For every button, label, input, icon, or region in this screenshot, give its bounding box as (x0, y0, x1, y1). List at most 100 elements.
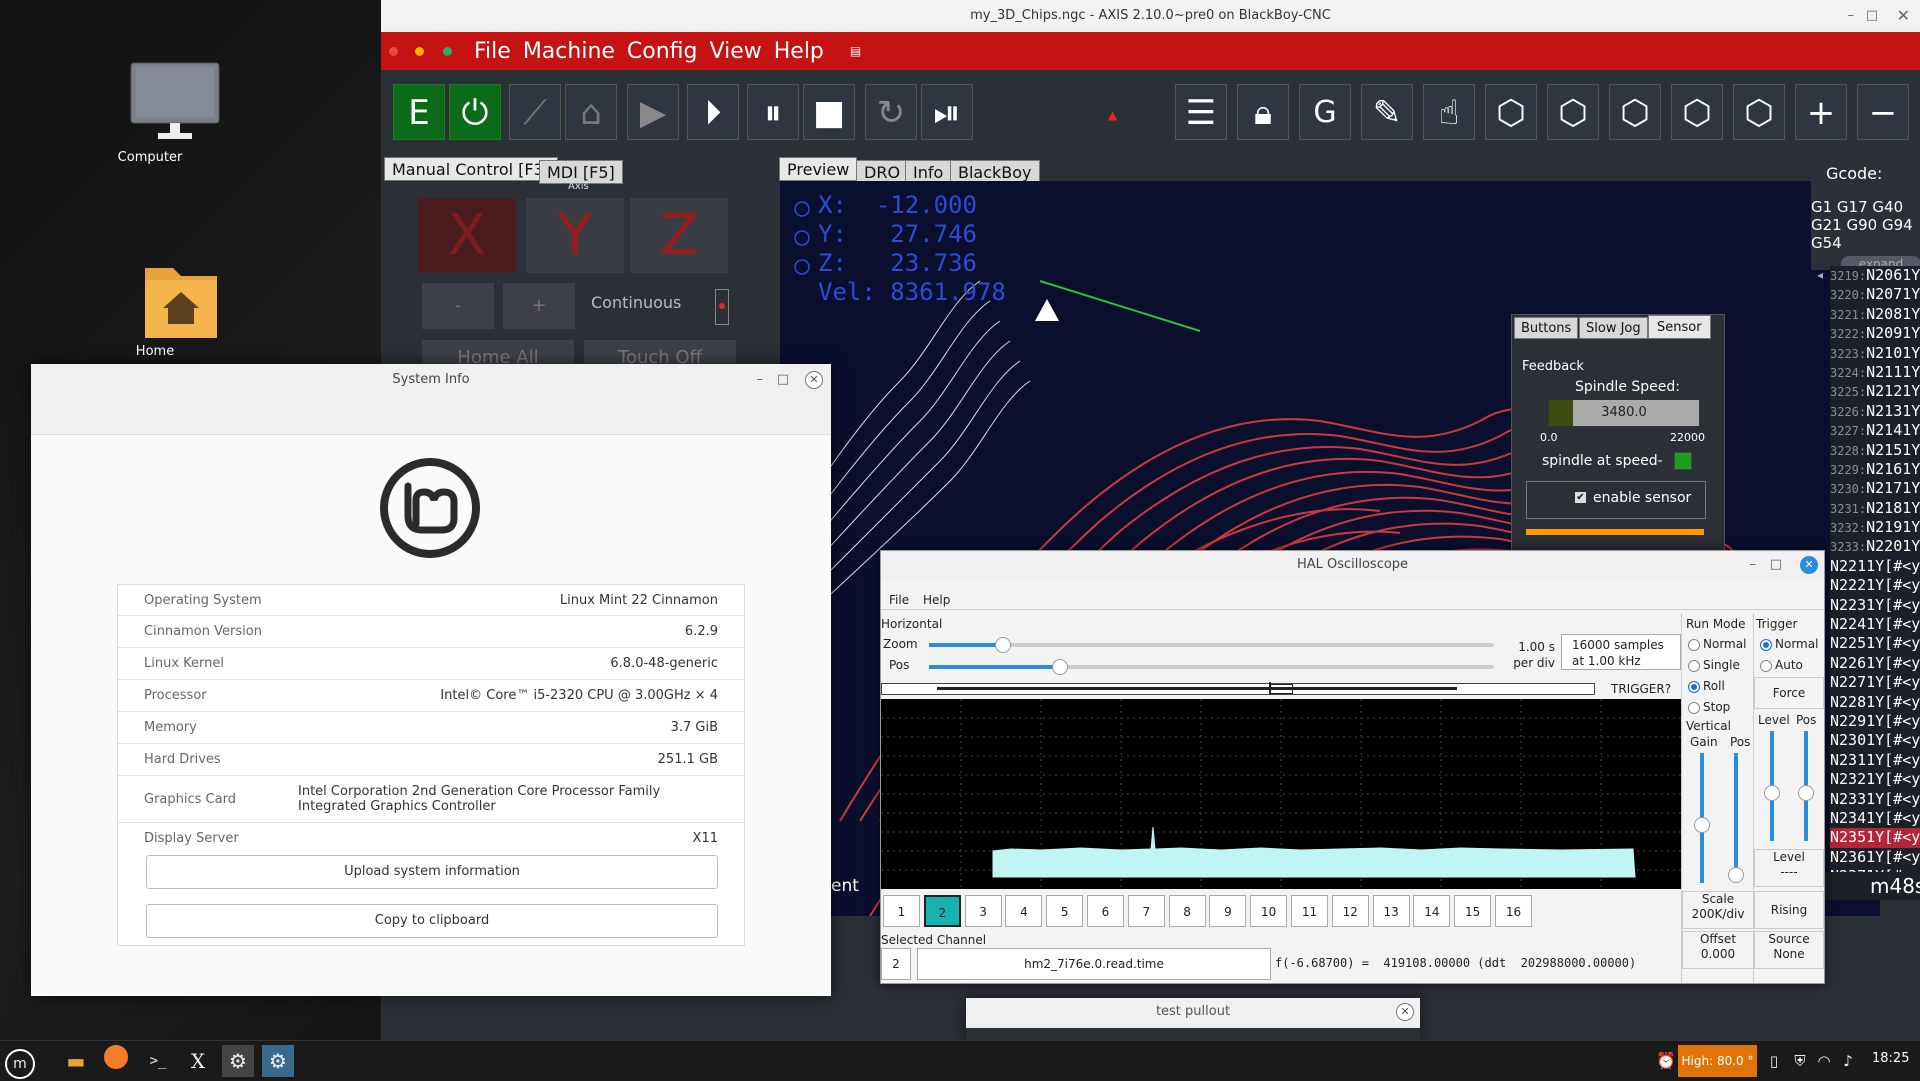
gcode-line[interactable]: N2221Y[#<ys (1830, 576, 1920, 595)
run-mode-normal[interactable]: Normal (1688, 637, 1746, 651)
settings-window-icon[interactable]: ⚙ (222, 1045, 254, 1077)
volume-icon[interactable]: ♪ (1832, 1045, 1864, 1077)
gain-slider[interactable] (1694, 753, 1710, 883)
lock-icon[interactable]: 🔒︎ (1237, 84, 1289, 140)
axis-y-button[interactable]: Y (526, 198, 624, 273)
run-mode-single[interactable]: Single (1688, 658, 1740, 672)
gcode-line[interactable]: N2291Y[#<ys (1830, 712, 1920, 731)
gcode-line[interactable]: N2271Y[#<ys (1830, 673, 1920, 692)
desktop-icon-computer[interactable]: Computer (105, 62, 245, 165)
gcode-line[interactable]: 3219:N2061Y[#<ys (1830, 266, 1920, 285)
collapse-arrow-icon[interactable]: ◂ (1817, 268, 1823, 282)
jog-mode-select[interactable]: Continuous (591, 293, 681, 312)
mint-menu-icon[interactable]: m (4, 1045, 36, 1079)
channel-button[interactable]: 1 (883, 895, 920, 927)
gcode-line[interactable]: 3221:N2081Y[#<ys (1830, 305, 1920, 324)
tab-manual-control[interactable]: Manual Control [F3] (384, 157, 559, 181)
tearoff-icon[interactable]: ▤ (850, 44, 861, 58)
view-p-cube-icon[interactable]: ⬡ (1485, 84, 1537, 140)
run-mode-roll[interactable]: Roll (1688, 679, 1725, 693)
vpos-slider-knob[interactable] (1728, 867, 1744, 883)
minimize-button[interactable]: – (1750, 551, 1757, 579)
gcode-line[interactable]: 3223:N2101Y[#<ys (1830, 344, 1920, 363)
menu-help[interactable]: Help (923, 593, 950, 607)
gcode-line[interactable]: 3229:N2161Y[#<ys (1830, 460, 1920, 479)
gcode-line[interactable]: 3226:N2131Y[#<ys (1830, 402, 1920, 421)
power-button[interactable]: ⏻ (449, 84, 501, 140)
gcode-line[interactable]: 3230:N2171Y[#<ys (1830, 479, 1920, 498)
tab-slow-jog[interactable]: Slow Jog (1579, 317, 1648, 339)
source-button[interactable]: Source None (1754, 931, 1824, 969)
gcode-line[interactable]: 3222:N2091Y[#<ys (1830, 324, 1920, 343)
gcode-line[interactable]: 3227:N2141Y[#<ys (1830, 421, 1920, 440)
gcode-line[interactable]: N2341Y[#<ys (1830, 809, 1920, 828)
close-button[interactable]: ✕ (1897, 0, 1910, 32)
gcode-line[interactable]: N2261Y[#<ys (1830, 654, 1920, 673)
gcode-line[interactable]: N2211Y[#<ys (1830, 557, 1920, 576)
gcode-line[interactable]: 3225:N2121Y[#<ys (1830, 382, 1920, 401)
pause-button[interactable]: ⏸ (747, 84, 799, 140)
channel-button[interactable]: 9 (1209, 895, 1247, 927)
jog-minus-button[interactable]: - (422, 283, 494, 329)
axis-z-button[interactable]: Z (630, 198, 728, 273)
axis-x-button[interactable]: X (418, 198, 516, 273)
run-button[interactable]: ▶ (627, 84, 679, 140)
gcode-line[interactable]: N2351Y[#<ys (1830, 828, 1920, 848)
menu-view[interactable]: View (710, 39, 762, 64)
terminal-icon[interactable]: >_ (142, 1045, 174, 1077)
files-icon[interactable]: ▬ (60, 1045, 92, 1077)
view-z2-cube-icon[interactable]: ⬡ (1733, 84, 1785, 140)
touch-off-icon[interactable]: ⌂ (565, 84, 617, 140)
scope-display[interactable] (881, 699, 1681, 889)
upload-button[interactable]: Upload system information (146, 855, 718, 889)
gcode-line[interactable]: 3224:N2111Y[#<ys (1830, 363, 1920, 382)
maximize-dot-icon[interactable] (443, 46, 452, 56)
gcode-line[interactable]: N2281Y[#<ys (1830, 693, 1920, 712)
gcode-line[interactable]: 3231:N2181Y[#<ys (1830, 499, 1920, 518)
copy-clipboard-button[interactable]: Copy to clipboard (146, 904, 718, 938)
channel-button[interactable]: 16 (1495, 895, 1532, 927)
rising-button[interactable]: Rising (1754, 891, 1824, 929)
menu-file[interactable]: File (474, 39, 511, 64)
offset-button[interactable]: Offset 0.000 (1682, 931, 1754, 969)
view-y-cube-icon[interactable]: ⬡ (1609, 84, 1661, 140)
maximize-button[interactable]: □ (777, 364, 789, 396)
maximize-button[interactable]: □ (1866, 0, 1878, 32)
trigger-level-knob[interactable] (1764, 785, 1780, 801)
gcode-line[interactable]: N2231Y[#<ys (1830, 596, 1920, 615)
zoom-in-icon[interactable]: + (1795, 84, 1847, 140)
channel-button[interactable]: 4 (1005, 895, 1043, 927)
gcode-line[interactable]: N2321Y[#<ys (1830, 770, 1920, 789)
menu-machine[interactable]: Machine (523, 39, 615, 64)
optional-stop-icon[interactable]: ⏯ (921, 84, 973, 140)
minimize-dot-icon[interactable] (415, 46, 424, 56)
trigger-normal[interactable]: Normal (1760, 637, 1818, 651)
gcode-line[interactable]: 3228:N2151Y[#<ys (1830, 441, 1920, 460)
vpos-slider[interactable] (1728, 753, 1744, 883)
gcode-list-icon[interactable]: ☰ (1175, 84, 1227, 140)
gcode-line[interactable]: N2301Y[#<ys (1830, 731, 1920, 750)
channel-button[interactable]: 15 (1454, 895, 1492, 927)
trigger-level-slider[interactable] (1764, 731, 1780, 841)
channel-button[interactable]: 11 (1291, 895, 1328, 927)
gcode-line[interactable]: 3232:N2191Y[#<ys (1830, 518, 1920, 537)
clock[interactable]: 18:25 (1872, 1051, 1909, 1066)
force-button[interactable]: Force (1754, 677, 1824, 709)
firefox-icon[interactable] (100, 1045, 132, 1077)
channel-button[interactable]: 2 (923, 895, 961, 927)
view-z-cube-icon[interactable]: ⬡ (1671, 84, 1723, 140)
close-button[interactable]: ✕ (1396, 1003, 1414, 1021)
maximize-button[interactable]: □ (1770, 551, 1782, 579)
enable-sensor-toggle[interactable]: ✔ enable sensor (1526, 481, 1706, 519)
tab-preview[interactable]: Preview (779, 157, 858, 181)
channel-button[interactable]: 3 (964, 895, 1002, 927)
channel-button[interactable]: 13 (1372, 895, 1410, 927)
gcode-line[interactable]: N2241Y[#<ys (1830, 615, 1920, 634)
gcode-line[interactable]: 3233:N2201Y[#<ys (1830, 537, 1920, 556)
zoom-out-icon[interactable]: − (1857, 84, 1909, 140)
pos-slider-knob[interactable] (1051, 659, 1068, 675)
touch-icon[interactable]: ☝ (1423, 84, 1475, 140)
view-x-cube-icon[interactable]: ⬡ (1547, 84, 1599, 140)
menu-help[interactable]: Help (774, 39, 824, 64)
gcode-listing[interactable]: 3219:N2061Y[#<ys3220:N2071Y[#<ys3221:N20… (1830, 266, 1920, 872)
